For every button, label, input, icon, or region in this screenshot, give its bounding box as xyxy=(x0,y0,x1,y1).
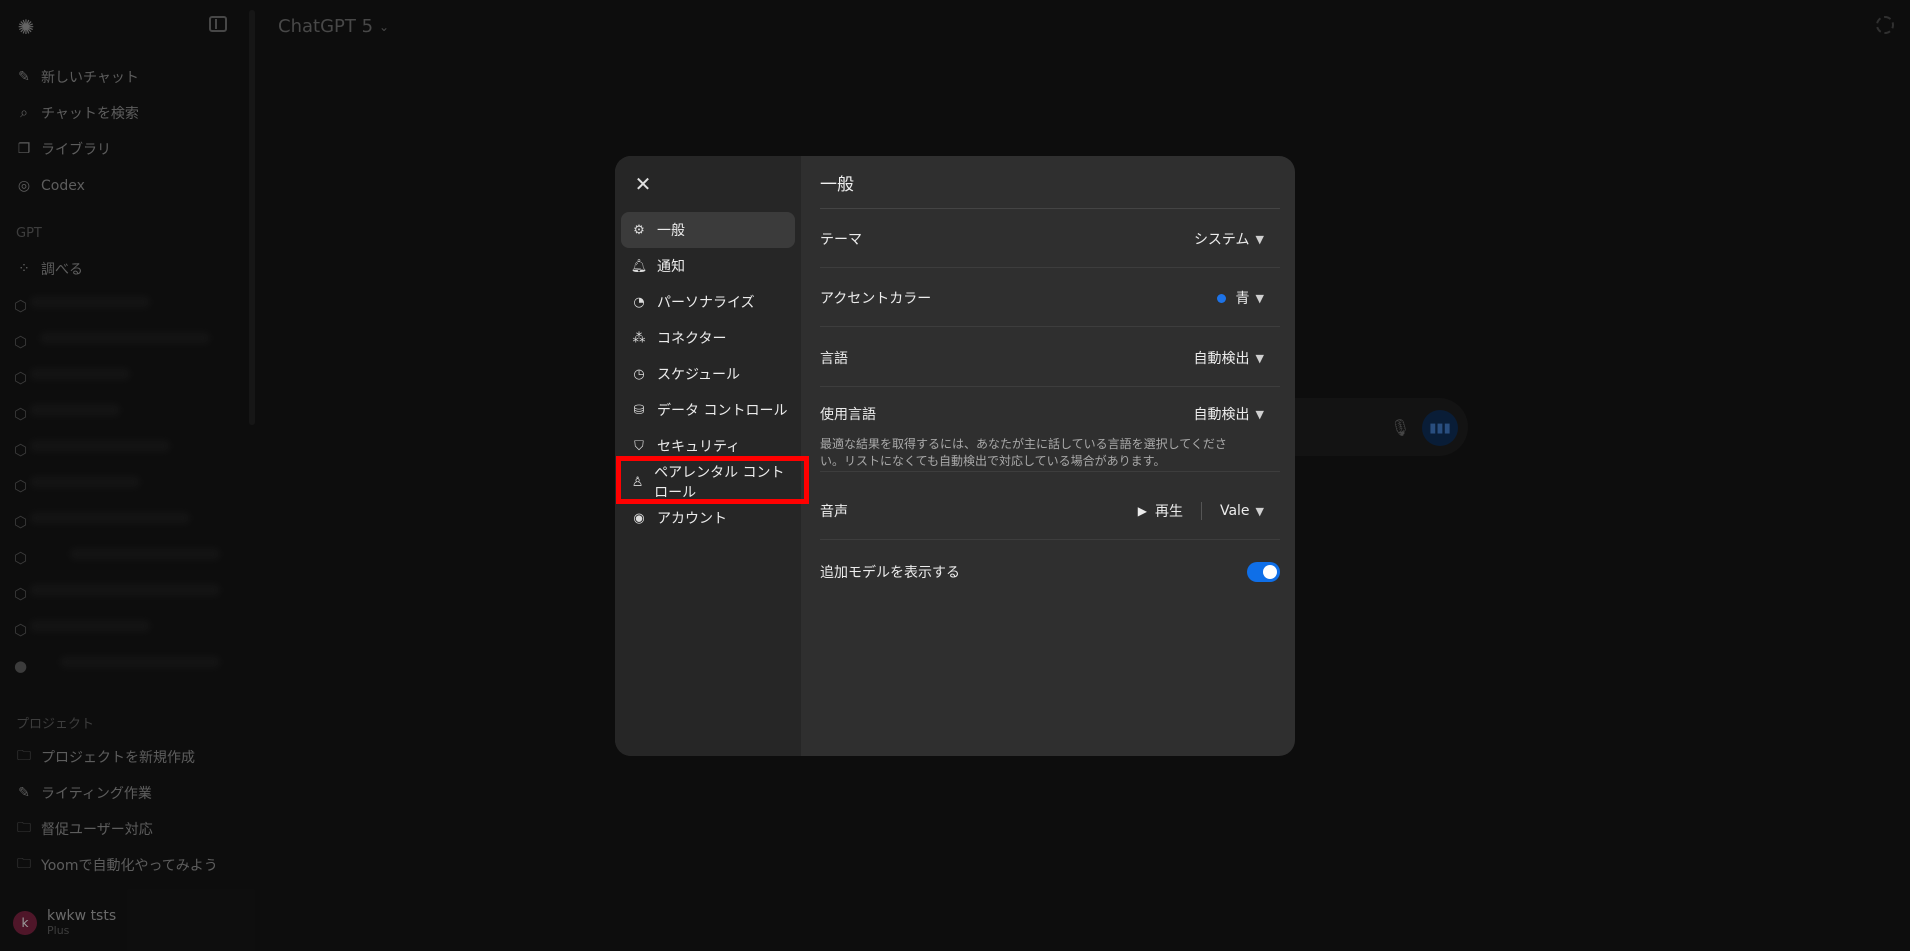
nav-label: データ コントロール xyxy=(657,403,788,419)
nav-label: 一般 xyxy=(657,223,685,239)
settings-nav: ✕ ⚙ 一般 🔔︎ 通知 ◔ パーソナライズ ⁂ コネクター ◷ スケジュール … xyxy=(615,156,809,756)
shield-icon: ⛉ xyxy=(634,438,644,454)
personalize-icon: ◔ xyxy=(633,294,645,310)
page-title: 一般 xyxy=(820,175,854,195)
nav-general[interactable]: ⚙ 一般 xyxy=(621,212,795,248)
nav-label: ペアレンタル コントロール xyxy=(654,465,785,501)
spoken-language-value: 自動検出 xyxy=(1193,407,1250,423)
spoken-language-description: 最適な結果を取得するには、あなたが主に話している言語を選択してください。リストに… xyxy=(820,437,1227,468)
user-shield-icon: ♙ xyxy=(631,474,644,490)
voice-dropdown[interactable]: Vale ▼ xyxy=(1220,503,1264,519)
voice-controls: ▶ 再生 Vale ▼ xyxy=(1138,501,1264,521)
settings-content: 一般 テーマ システム ▼ アクセントカラー 青 ▼ 言語 自動検出 ▼ 使用言… xyxy=(820,156,1280,756)
nav-label: コネクター xyxy=(657,331,727,347)
language-dropdown[interactable]: 自動検出 ▼ xyxy=(1194,348,1264,368)
nav-data-controls[interactable]: ⛁ データ コントロール xyxy=(621,392,795,428)
play-button[interactable]: ▶ 再生 xyxy=(1138,501,1183,521)
nav-schedule[interactable]: ◷ スケジュール xyxy=(621,356,795,392)
nav-account[interactable]: ◉ アカウント xyxy=(621,500,795,536)
spoken-language-dropdown[interactable]: 自動検出 ▼ xyxy=(1194,404,1264,424)
nav-label: セキュリティ xyxy=(657,439,741,455)
chevron-down-icon: ▼ xyxy=(1255,407,1264,421)
toggle-knob xyxy=(1263,565,1277,579)
theme-label: テーマ xyxy=(820,232,862,248)
database-icon: ⛁ xyxy=(633,402,645,418)
accent-label: アクセントカラー xyxy=(820,291,932,307)
theme-row: テーマ システム ▼ xyxy=(820,209,1280,268)
theme-dropdown[interactable]: システム ▼ xyxy=(1194,229,1264,249)
nav-parental-controls[interactable]: ♙ ペアレンタル コントロール xyxy=(621,464,795,501)
nav-label: アカウント xyxy=(657,511,727,527)
nav-label: スケジュール xyxy=(657,367,741,383)
nav-personalize[interactable]: ◔ パーソナライズ xyxy=(621,284,795,320)
close-icon[interactable]: ✕ xyxy=(633,174,653,194)
divider xyxy=(820,326,1280,327)
additional-models-label: 追加モデルを表示する xyxy=(820,565,960,581)
gear-icon: ⚙ xyxy=(633,222,645,238)
accent-dot-icon xyxy=(1216,293,1226,303)
accent-value: 青 xyxy=(1235,291,1250,307)
nav-label: 通知 xyxy=(657,259,685,275)
language-row: 言語 自動検出 ▼ xyxy=(820,328,1280,387)
chevron-down-icon: ▼ xyxy=(1255,504,1264,518)
play-icon: ▶ xyxy=(1137,504,1147,518)
nav-label: パーソナライズ xyxy=(657,295,755,311)
voice-value: Vale xyxy=(1219,503,1250,519)
voice-row: 音声 ▶ 再生 Vale ▼ xyxy=(820,481,1280,540)
nav-security[interactable]: ⛉ セキュリティ xyxy=(621,428,795,464)
accent-row: アクセントカラー 青 ▼ xyxy=(820,268,1280,327)
voice-label: 音声 xyxy=(820,504,848,520)
divider xyxy=(1200,502,1202,520)
nav-connectors[interactable]: ⁂ コネクター xyxy=(621,320,795,356)
additional-models-toggle[interactable] xyxy=(1247,562,1280,582)
settings-modal: ✕ ⚙ 一般 🔔︎ 通知 ◔ パーソナライズ ⁂ コネクター ◷ スケジュール … xyxy=(615,156,1295,756)
divider xyxy=(820,471,1280,472)
additional-models-row: 追加モデルを表示する xyxy=(820,542,1280,601)
chevron-down-icon: ▼ xyxy=(1255,232,1264,246)
spoken-language-label: 使用言語 xyxy=(820,407,876,423)
language-label: 言語 xyxy=(820,351,848,367)
accent-dropdown[interactable]: 青 ▼ xyxy=(1216,288,1264,308)
account-icon: ◉ xyxy=(633,510,645,526)
connectors-icon: ⁂ xyxy=(632,330,646,346)
chevron-down-icon: ▼ xyxy=(1255,291,1264,305)
nav-notifications[interactable]: 🔔︎ 通知 xyxy=(621,248,795,284)
play-label: 再生 xyxy=(1154,504,1183,520)
theme-value: システム xyxy=(1193,232,1250,248)
bell-icon: 🔔︎ xyxy=(630,258,648,274)
divider xyxy=(820,539,1280,540)
clock-icon: ◷ xyxy=(633,366,645,382)
chevron-down-icon: ▼ xyxy=(1255,351,1264,365)
language-value: 自動検出 xyxy=(1193,351,1250,367)
